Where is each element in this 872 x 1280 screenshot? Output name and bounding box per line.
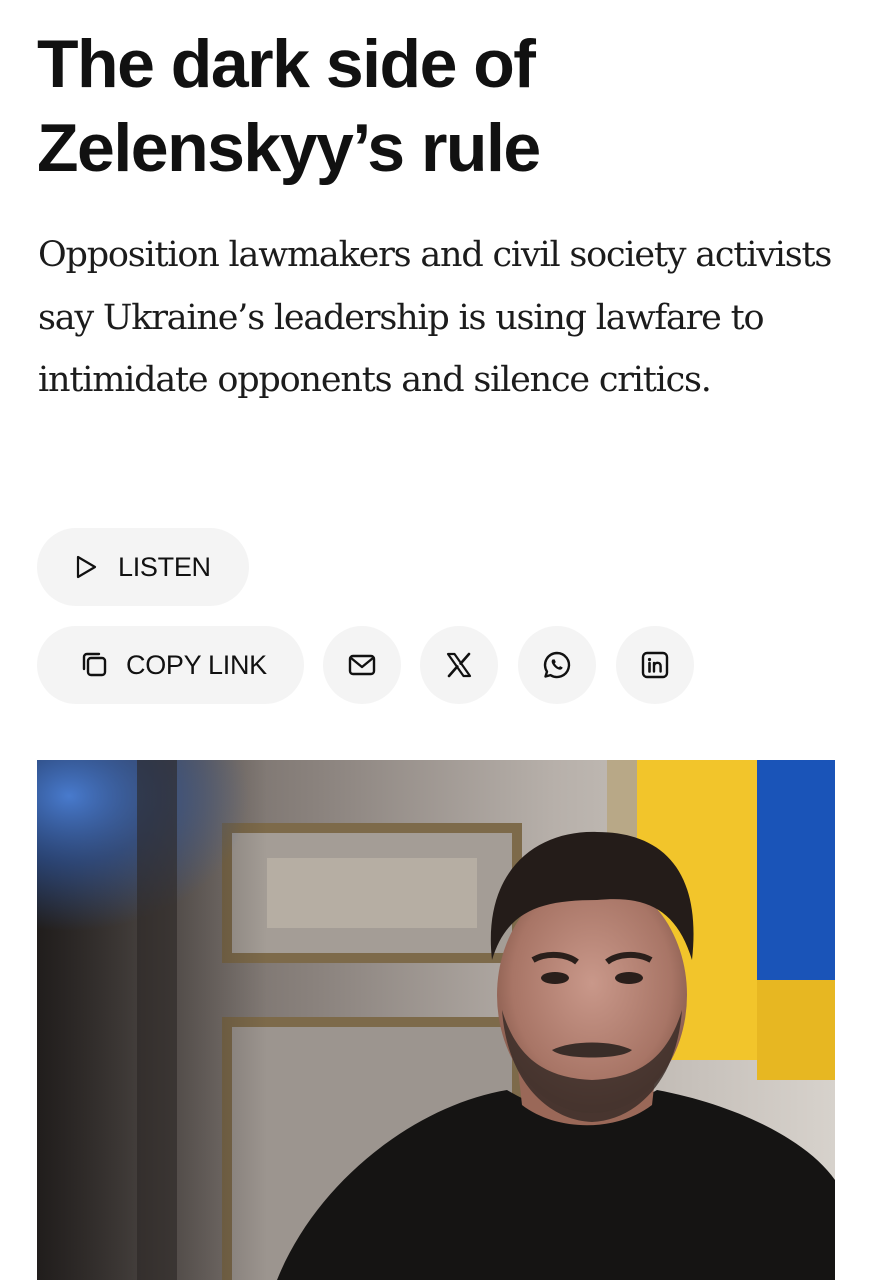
article-page: The dark side of Zelenskyy’s rule Opposi…: [0, 0, 872, 1280]
copy-icon: [82, 652, 107, 677]
x-logo-icon: [446, 652, 472, 678]
share-linkedin-button[interactable]: [616, 626, 694, 704]
play-icon: [76, 555, 97, 579]
headline-line-2: Zelenskyy’s rule: [37, 110, 541, 186]
copy-link-button[interactable]: COPY LINK: [37, 626, 304, 704]
headline-line-1: The dark side of: [37, 26, 536, 102]
listen-label: LISTEN: [118, 551, 211, 582]
envelope-icon: [348, 654, 376, 676]
whatsapp-icon: [543, 651, 571, 679]
share-email-button[interactable]: [323, 626, 401, 704]
article-dek: Opposition lawmakers and civil society a…: [38, 235, 832, 400]
article-hero-photo: [37, 760, 835, 1280]
share-whatsapp-button[interactable]: [518, 626, 596, 704]
copy-link-label: COPY LINK: [126, 649, 267, 680]
linkedin-icon: [641, 651, 669, 679]
share-x-button[interactable]: [420, 626, 498, 704]
listen-button[interactable]: LISTEN: [37, 528, 249, 606]
article-headline: The dark side of Zelenskyy’s rule: [37, 22, 837, 190]
portrait-photo-illustration: [37, 760, 835, 1280]
